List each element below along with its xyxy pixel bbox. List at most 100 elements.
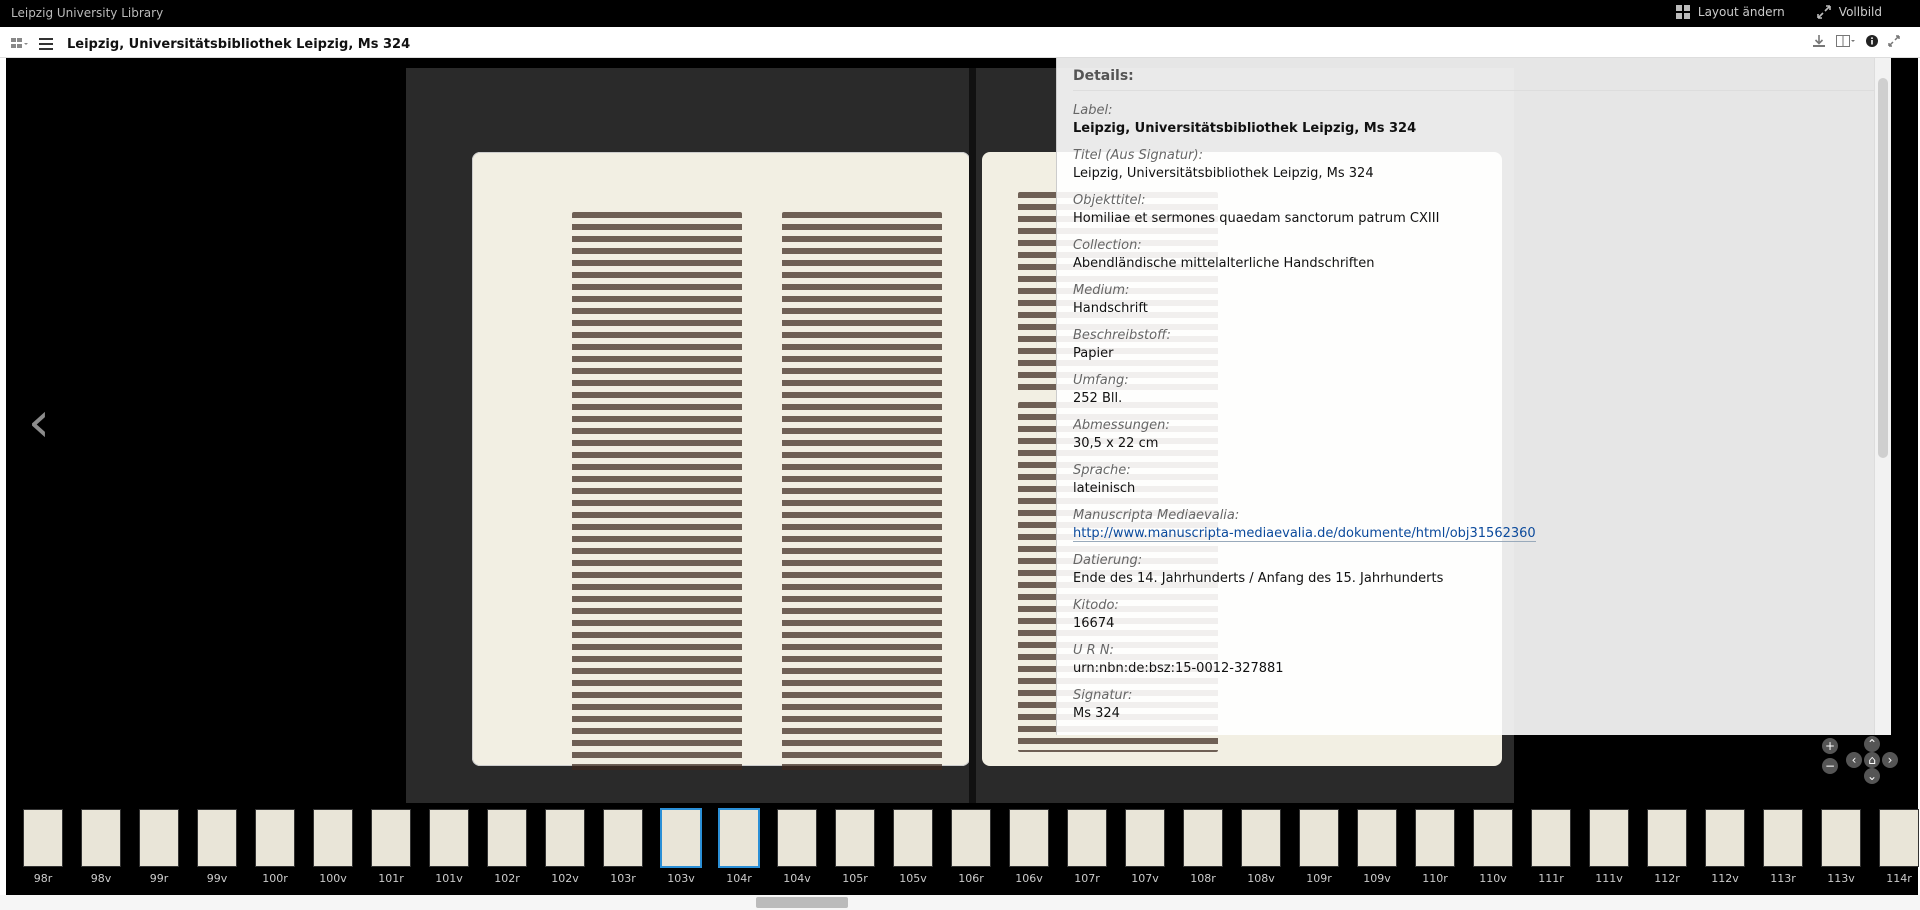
pan-up-button[interactable]: ⌃ (1864, 736, 1880, 752)
thumbnail-label: 102r (494, 872, 520, 885)
thumbnail-item[interactable]: 99v (190, 806, 244, 891)
thumbnail-item[interactable]: 102r (480, 806, 534, 891)
thumbnail-scrollbar[interactable] (0, 895, 1920, 910)
left-leaf (472, 152, 970, 772)
details-scrollbar[interactable] (1874, 58, 1891, 735)
details-list: Label: Leipzig, Universitätsbibliothek Le… (1073, 103, 1883, 721)
thumbnail-item[interactable]: 112v (1698, 806, 1752, 891)
thumbnail-item[interactable]: 104r (712, 806, 766, 891)
detail-label: Sprache: (1073, 463, 1131, 478)
thumbnail-item[interactable]: 110v (1466, 806, 1520, 891)
thumbnail-item[interactable]: 101v (422, 806, 476, 891)
thumbnail-item[interactable]: 111v (1582, 806, 1636, 891)
pan-left-button[interactable]: ‹ (1846, 752, 1862, 768)
detail-label: Abmessungen: (1073, 418, 1170, 433)
thumbnail-item[interactable]: 106r (944, 806, 998, 891)
info-icon[interactable] (1866, 35, 1878, 50)
thumbnail-image (1532, 810, 1570, 866)
object-title: Leipzig, Universitätsbibliothek Leipzig,… (67, 37, 411, 52)
thumbnail-item[interactable]: 102v (538, 806, 592, 891)
previous-page-button[interactable]: ‹ (24, 393, 54, 453)
thumbnail-image (1068, 810, 1106, 866)
detail-label: Umfang: (1073, 373, 1129, 388)
thumbnail-item[interactable]: 108r (1176, 806, 1230, 891)
thumbnail-image (256, 810, 294, 866)
detail-label: Signatur: (1073, 688, 1133, 703)
zoom-in-button[interactable]: + (1822, 738, 1838, 754)
window-titlebar: Leipzig, Universitätsbibliothek Leipzig,… (0, 27, 1920, 58)
detail-label: Beschreibstoff: (1073, 328, 1171, 343)
detail-field: Kitodo: 16674 (1073, 598, 1883, 631)
home-icon[interactable]: ⌂ (1864, 752, 1880, 768)
thumbnail-item[interactable]: 100r (248, 806, 302, 891)
thumbnail-item[interactable]: 108v (1234, 806, 1288, 891)
grid-icon (1675, 5, 1690, 19)
thumbnail-item[interactable]: 114r (1872, 806, 1920, 891)
thumbnail-item[interactable]: 113v (1814, 806, 1868, 891)
zoom-out-button[interactable]: − (1822, 758, 1838, 774)
manuscripta-link[interactable]: http://www.manuscripta-mediaevalia.de/do… (1073, 526, 1536, 542)
download-icon[interactable] (1812, 34, 1826, 51)
thumbnail-item[interactable]: 103r (596, 806, 650, 891)
thumbnail-item[interactable]: 105r (828, 806, 882, 891)
thumbnail-item[interactable]: 107r (1060, 806, 1114, 891)
thumbnail-label: 98v (90, 872, 112, 885)
thumbnail-label: 101r (378, 872, 404, 885)
thumbnail-label: 109v (1363, 872, 1391, 885)
detail-label: Collection: (1073, 238, 1142, 253)
layout-change-button[interactable]: Layout ändern (1675, 5, 1785, 19)
thumbnail-image (1880, 810, 1918, 866)
detail-field: Signatur: Ms 324 (1073, 688, 1883, 721)
thumbnail-item[interactable]: 111r (1524, 806, 1578, 891)
thumbnail-item[interactable]: 112r (1640, 806, 1694, 891)
thumbnail-label: 99v (206, 872, 228, 885)
thumbnail-label: 112v (1711, 872, 1739, 885)
detail-field: Label: Leipzig, Universitätsbibliothek Le… (1073, 103, 1883, 136)
thumbnail-label: 105v (899, 872, 927, 885)
fullscreen-button[interactable]: Vollbild (1816, 5, 1882, 19)
thumbnail-item[interactable]: 109r (1292, 806, 1346, 891)
thumbnail-item[interactable]: 99r (132, 806, 186, 891)
thumbnail-label: 104r (726, 872, 752, 885)
detail-value: 16674 (1073, 616, 1115, 631)
detail-value: Leipzig, Universitätsbibliothek Leipzig,… (1073, 121, 1417, 136)
split-view-icon[interactable] (1836, 35, 1856, 50)
detail-label: U R N: (1073, 643, 1114, 658)
thumbnail-image (778, 810, 816, 866)
pan-right-button[interactable]: › (1882, 752, 1898, 768)
thumbnail-item[interactable]: 107v (1118, 806, 1172, 891)
thumbnail-item[interactable]: 101r (364, 806, 418, 891)
detail-field: Manuscripta Mediaevalia: http://www.manus… (1073, 508, 1883, 542)
thumbnail-item[interactable]: 98r (16, 806, 70, 891)
pan-down-button[interactable]: ⌄ (1864, 768, 1880, 784)
details-scrollbar-thumb[interactable] (1878, 78, 1888, 458)
detail-value: Handschrift (1073, 301, 1148, 316)
thumbnail-image (140, 810, 178, 866)
thumbnail-item[interactable]: 103v (654, 806, 708, 891)
detail-field: U R N: urn:nbn:de:bsz:15-0012-327881 (1073, 643, 1883, 676)
thumbnail-scrollbar-thumb[interactable] (756, 897, 848, 908)
thumbnail-item[interactable]: 98v (74, 806, 128, 891)
thumbnail-item[interactable]: 109v (1350, 806, 1404, 891)
thumbnail-image (1706, 810, 1744, 866)
detail-value: 30,5 x 22 cm (1073, 436, 1159, 451)
book-gutter (969, 68, 976, 803)
thumbnail-label: 111v (1595, 872, 1623, 885)
maximize-icon[interactable] (1888, 35, 1900, 50)
thumbnail-item[interactable]: 104v (770, 806, 824, 891)
thumbnail-item[interactable]: 110r (1408, 806, 1462, 891)
detail-label: Datierung: (1073, 553, 1143, 568)
thumbnail-item[interactable]: 106v (1002, 806, 1056, 891)
thumbnail-label: 106r (958, 872, 984, 885)
menu-icon[interactable] (39, 35, 53, 54)
thumbnail-item[interactable]: 105v (886, 806, 940, 891)
thumbnail-item[interactable]: 113r (1756, 806, 1810, 891)
detail-label: Manuscripta Mediaevalia: (1073, 508, 1240, 523)
thumbnail-label: 107v (1131, 872, 1159, 885)
thumbnail-label: 101v (435, 872, 463, 885)
thumbnail-image (1300, 810, 1338, 866)
thumbnail-item[interactable]: 100v (306, 806, 360, 891)
view-selector-icon[interactable] (11, 35, 29, 54)
detail-value: Leipzig, Universitätsbibliothek Leipzig,… (1073, 166, 1374, 181)
text-column-left-b (782, 212, 942, 772)
